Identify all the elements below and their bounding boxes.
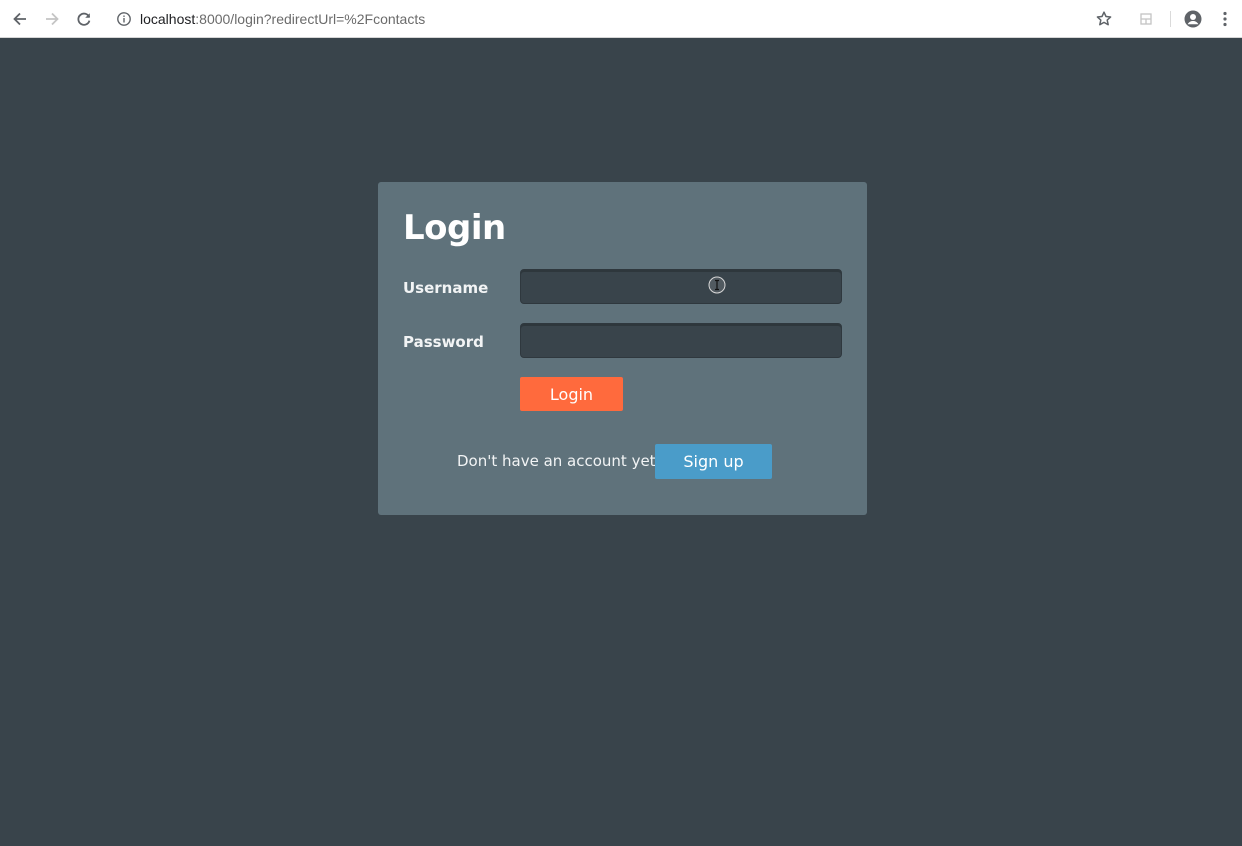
username-input[interactable] <box>520 269 842 304</box>
page-title: Login <box>403 208 506 248</box>
no-account-text: Don't have an account yet? <box>457 452 664 470</box>
bookmark-star-icon[interactable] <box>1094 9 1114 29</box>
password-input[interactable] <box>520 323 842 358</box>
sign-up-button[interactable]: Sign up <box>655 444 772 479</box>
kebab-menu-icon[interactable] <box>1215 9 1235 29</box>
account-icon[interactable] <box>1183 9 1203 29</box>
forward-arrow-icon[interactable] <box>42 9 62 29</box>
url-host: localhost <box>140 11 196 27</box>
url-path: :8000/login?redirectUrl=%2Fcontacts <box>195 11 426 27</box>
browser-toolbar: localhost:8000/login?redirectUrl=%2Fcont… <box>0 0 1242 38</box>
password-label: Password <box>403 333 484 351</box>
toolbar-divider <box>1170 11 1171 27</box>
back-arrow-icon[interactable] <box>10 9 30 29</box>
username-label: Username <box>403 279 489 297</box>
reload-icon[interactable] <box>74 9 94 29</box>
address-bar[interactable]: localhost:8000/login?redirectUrl=%2Fcont… <box>140 11 425 27</box>
text-cursor-icon <box>708 276 726 294</box>
site-info-icon[interactable] <box>116 11 132 27</box>
extension-icon[interactable] <box>1136 9 1156 29</box>
login-button[interactable]: Login <box>520 377 623 411</box>
login-card: Login Username Password Login Don't have… <box>378 182 867 515</box>
